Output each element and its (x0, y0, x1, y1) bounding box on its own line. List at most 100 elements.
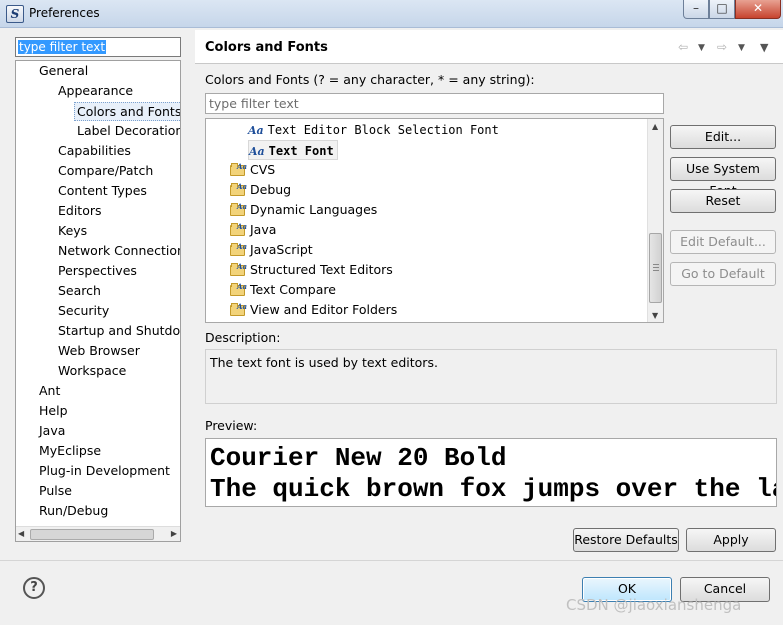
list-item-label: CVS (250, 162, 276, 177)
font-badge-icon: Aa (237, 202, 247, 211)
tree-item[interactable]: Compare/Patch (58, 162, 153, 181)
font-badge-icon: Aa (237, 242, 247, 251)
tree-item[interactable]: Capabilities (58, 142, 131, 161)
tree-item[interactable]: Label Decorations (77, 122, 180, 141)
font-list-item[interactable]: Aa Text Font (248, 140, 338, 160)
tree-item[interactable]: Network Connections (58, 242, 180, 261)
folder-icon: Aa (230, 262, 247, 276)
maximize-button[interactable]: □ (709, 0, 735, 19)
description-box: The text font is used by text editors. (205, 349, 777, 404)
colors-fonts-intro: Colors and Fonts (? = any character, * =… (205, 72, 535, 87)
list-item-label: Debug (250, 182, 292, 197)
font-badge-icon: Aa (237, 302, 247, 311)
folder-icon: Aa (230, 202, 247, 216)
forward-dropdown-icon[interactable]: ▼ (738, 43, 745, 53)
folder-icon: Aa (230, 182, 247, 196)
tree-item[interactable]: Help (39, 402, 68, 421)
scroll-down-icon[interactable]: ▼ (652, 311, 658, 320)
description-label: Description: (205, 330, 281, 345)
font-badge-icon: Aa (237, 282, 247, 291)
edit-default-button[interactable]: Edit Default... (670, 230, 776, 254)
description-text: The text font is used by text editors. (210, 355, 438, 370)
font-icon: Aa (248, 124, 264, 137)
tree-item[interactable]: Web Browser (58, 342, 140, 361)
folder-icon: Aa (230, 282, 247, 296)
font-badge-icon: Aa (237, 182, 247, 191)
list-item-label: Text Compare (250, 282, 336, 297)
tree-item[interactable]: Keys (58, 222, 87, 241)
tree-item[interactable]: Java (39, 422, 65, 441)
csdn-watermark: CSDN @jiaoxianshenga (566, 596, 742, 614)
category-list-item[interactable]: Aa Structured Text Editors (230, 260, 393, 280)
folder-icon: Aa (230, 302, 247, 316)
apply-button[interactable]: Apply (686, 528, 776, 552)
title-bar: S Preferences – □ ✕ (0, 0, 783, 28)
tree-item[interactable]: Security (58, 302, 109, 321)
list-vscroll-thumb[interactable] (649, 233, 662, 303)
folder-icon: Aa (230, 242, 247, 256)
font-list-item[interactable]: Aa Text Editor Block Selection Font (248, 120, 499, 140)
filter-selected-text: type filter text (18, 40, 107, 54)
preferences-tree[interactable]: TeamRun/DebugPulsePlug-in DevelopmentMyE… (15, 60, 181, 542)
tree-item[interactable]: Colors and Fonts (74, 102, 180, 121)
tree-item[interactable]: Appearance (58, 82, 133, 101)
tree-item[interactable]: Startup and Shutdow (58, 322, 180, 341)
list-item-label: Text Editor Block Selection Font (267, 123, 499, 137)
tree-item[interactable]: Editors (58, 202, 102, 221)
tree-item[interactable]: MyEclipse (39, 442, 101, 461)
page-title: Colors and Fonts (205, 40, 328, 55)
tree-item[interactable]: Run/Debug (39, 502, 108, 521)
font-badge-icon: Aa (237, 162, 247, 171)
close-button[interactable]: ✕ (735, 0, 781, 19)
grip-icon (653, 264, 659, 271)
use-system-font-button[interactable]: Use System Font (670, 157, 776, 198)
tree-item[interactable]: General (39, 62, 88, 81)
tree-item[interactable]: Content Types (58, 182, 147, 201)
tree-item[interactable]: Workspace (58, 362, 126, 381)
view-menu-icon[interactable]: ▼ (760, 41, 768, 54)
tree-item[interactable]: Search (58, 282, 101, 301)
font-filter-input[interactable]: type filter text (205, 93, 664, 114)
back-dropdown-icon[interactable]: ▼ (698, 43, 705, 53)
help-icon[interactable]: ? (23, 577, 45, 599)
list-vertical-scrollbar[interactable]: ▲ ▼ (647, 119, 663, 322)
preferences-filter-input[interactable]: type filter text (15, 37, 181, 57)
category-list-item[interactable]: Aa Dynamic Languages (230, 200, 377, 220)
minimize-button[interactable]: – (683, 0, 709, 19)
eclipse-app-icon: S (6, 5, 24, 23)
back-arrow-icon[interactable]: ⇦ (678, 40, 688, 54)
scroll-left-icon[interactable]: ◀ (18, 529, 24, 538)
reset-button[interactable]: Reset (670, 189, 776, 213)
folder-icon: Aa (230, 222, 247, 236)
forward-arrow-icon[interactable]: ⇨ (717, 40, 727, 54)
preview-line-1: Courier New 20 Bold (210, 443, 507, 473)
page-header: Colors and Fonts ⇦ ▼ ⇨ ▼ ▼ (195, 30, 783, 64)
window-title: Preferences (29, 6, 100, 20)
list-item-label: Structured Text Editors (250, 262, 393, 277)
list-item-label: Dynamic Languages (250, 202, 378, 217)
font-badge-icon: Aa (237, 222, 247, 231)
footer-separator (0, 560, 783, 561)
font-icon: Aa (249, 145, 265, 158)
font-preview: Courier New 20 Bold The quick brown fox … (205, 438, 777, 507)
list-item-label: JavaScript (250, 242, 313, 257)
preview-label: Preview: (205, 418, 258, 433)
tree-item[interactable]: Ant (39, 382, 60, 401)
list-item-label: Java (250, 222, 277, 237)
tree-item[interactable]: Plug-in Development (39, 462, 170, 481)
preview-line-2: The quick brown fox jumps over the lazy … (210, 474, 776, 504)
list-item-label: Text Font (268, 144, 334, 158)
tree-item[interactable]: Perspectives (58, 262, 137, 281)
colors-fonts-list[interactable]: Aa View and Editor Folders Aa Text Compare A… (205, 118, 664, 323)
tree-horizontal-scrollbar[interactable]: ◀ ▶ (16, 526, 180, 541)
tree-hscroll-thumb[interactable] (30, 529, 154, 540)
scroll-right-icon[interactable]: ▶ (171, 529, 177, 538)
tree-item[interactable]: Pulse (39, 482, 72, 501)
font-badge-icon: Aa (237, 262, 247, 271)
category-list-item[interactable]: Aa View and Editor Folders (230, 300, 397, 320)
list-item-label: View and Editor Folders (250, 302, 398, 317)
restore-defaults-button[interactable]: Restore Defaults (573, 528, 679, 552)
scroll-up-icon[interactable]: ▲ (652, 122, 658, 131)
edit-button[interactable]: Edit... (670, 125, 776, 149)
go-to-default-button[interactable]: Go to Default (670, 262, 776, 286)
